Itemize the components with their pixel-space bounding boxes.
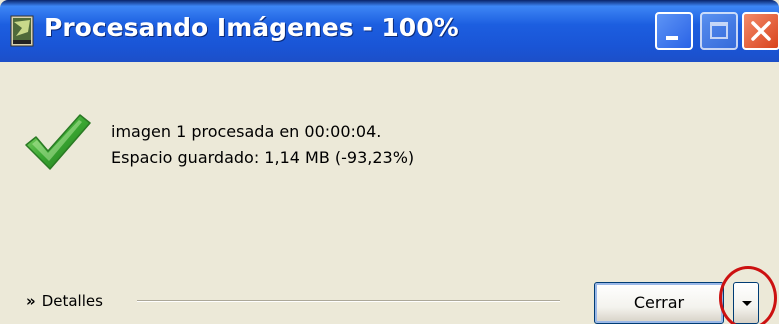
status-message-line2: Espacio guardado: 1,14 MB (-93,23%) (111, 148, 415, 167)
details-toggle[interactable]: » Detalles (26, 292, 103, 310)
maximize-button[interactable] (700, 12, 738, 50)
chevron-down-icon (742, 301, 752, 306)
window-title: Procesando Imágenes - 100% (44, 13, 459, 42)
dropdown-button[interactable] (733, 282, 759, 324)
close-icon (751, 21, 771, 41)
close-window-button[interactable] (742, 12, 779, 50)
divider (137, 300, 560, 302)
maximize-icon (710, 22, 728, 39)
app-icon (10, 14, 36, 48)
close-button[interactable]: Cerrar (594, 282, 724, 324)
minimize-icon (666, 36, 678, 40)
title-bar[interactable]: Procesando Imágenes - 100% (0, 0, 779, 62)
checkmark-icon (22, 111, 92, 173)
details-label: Detalles (41, 292, 103, 310)
expand-icon: » (26, 292, 36, 310)
dialog-window: Procesando Imágenes - 100% imagen 1 proc… (0, 0, 779, 324)
status-message-line1: imagen 1 procesada en 00:00:04. (111, 122, 382, 141)
minimize-button[interactable] (655, 12, 693, 50)
